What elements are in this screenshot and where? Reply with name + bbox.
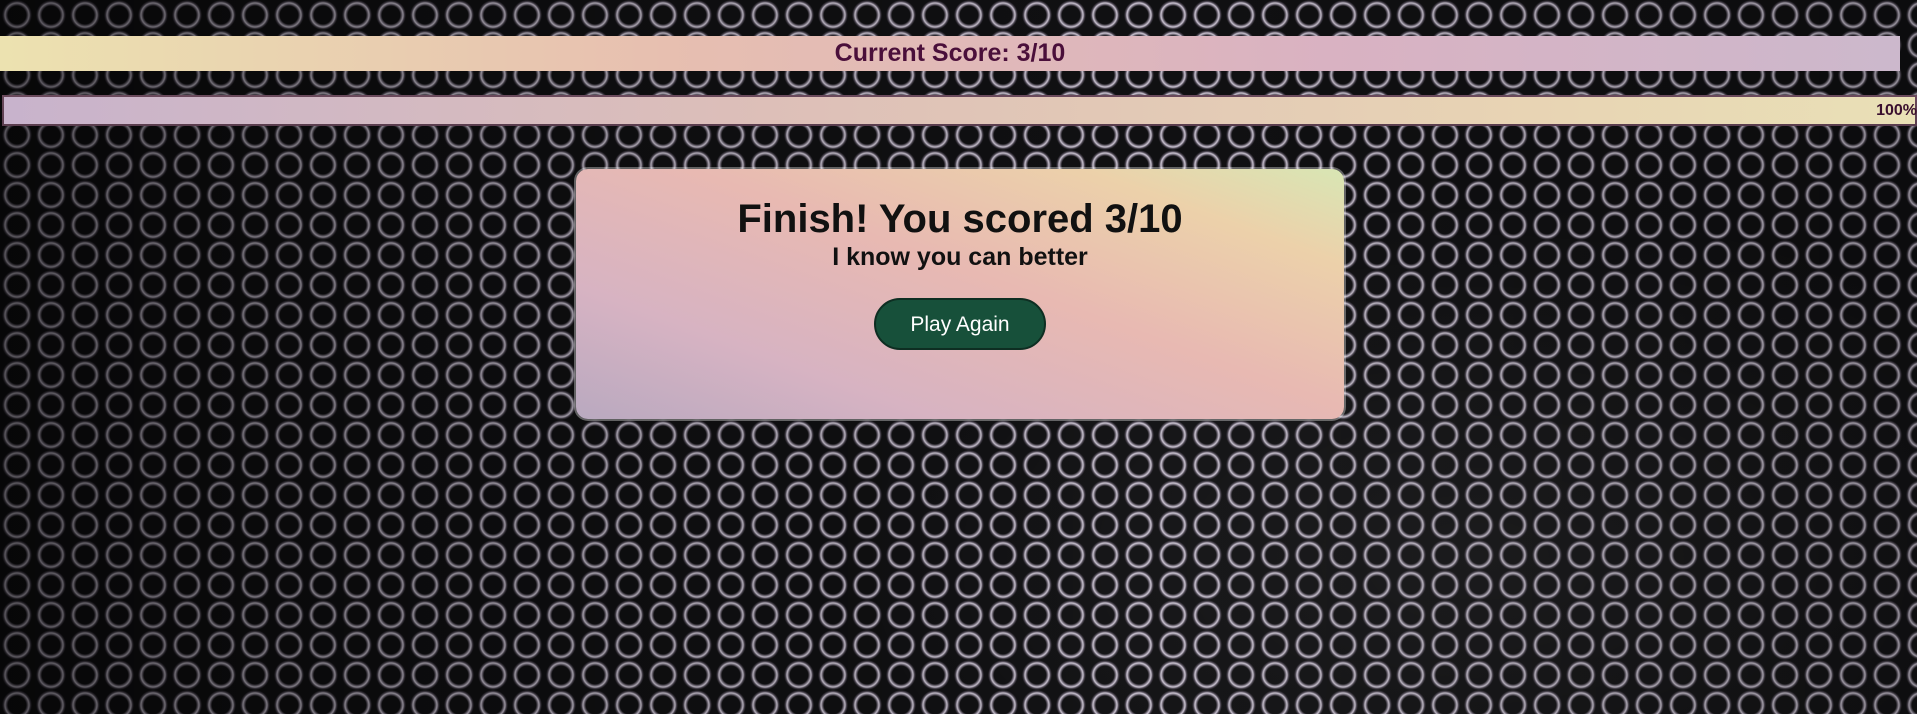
result-subtitle: I know you can better bbox=[832, 243, 1088, 271]
result-title: Finish! You scored 3/10 bbox=[737, 197, 1183, 241]
progress-bar-fill bbox=[4, 97, 1915, 124]
current-score-text: Current Score: 3/10 bbox=[834, 39, 1066, 67]
progress-percent-label: 100% bbox=[1876, 102, 1917, 119]
result-card: Finish! You scored 3/10 I know you can b… bbox=[576, 169, 1344, 419]
progress-bar: 100% bbox=[2, 95, 1917, 126]
play-again-button[interactable]: Play Again bbox=[874, 298, 1046, 350]
score-header: Current Score: 3/10 bbox=[0, 36, 1900, 71]
